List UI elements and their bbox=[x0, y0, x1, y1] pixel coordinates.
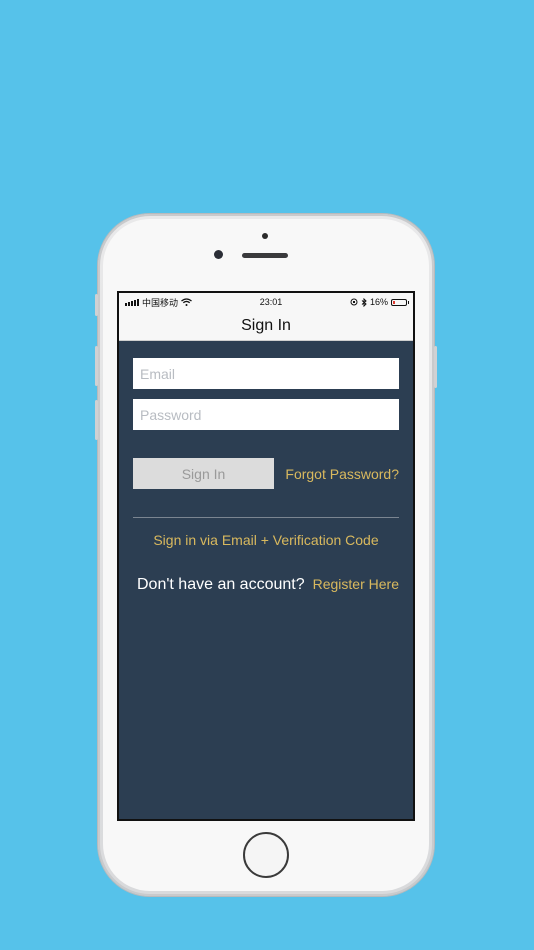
status-right: 16% bbox=[350, 297, 409, 307]
power-button bbox=[434, 346, 437, 388]
earpiece-speaker bbox=[242, 253, 288, 258]
proximity-sensor bbox=[262, 233, 268, 239]
volume-up-button bbox=[95, 346, 98, 386]
battery-percent: 16% bbox=[369, 297, 388, 307]
password-field[interactable] bbox=[133, 399, 399, 430]
verification-row: Sign in via Email + Verification Code bbox=[133, 532, 399, 550]
nav-bar: Sign In bbox=[119, 311, 413, 341]
front-camera bbox=[214, 250, 223, 259]
register-link[interactable]: Register Here bbox=[313, 576, 399, 592]
home-button[interactable] bbox=[243, 832, 289, 878]
volume-down-button bbox=[95, 400, 98, 440]
verification-code-link[interactable]: Sign in via Email + Verification Code bbox=[153, 532, 378, 548]
email-field[interactable] bbox=[133, 358, 399, 389]
sign-in-form: Sign In Forgot Password? Sign in via Ema… bbox=[119, 358, 413, 594]
battery-level-fill bbox=[393, 300, 395, 304]
clock: 23:01 bbox=[259, 297, 283, 307]
action-row: Sign In Forgot Password? bbox=[133, 458, 399, 489]
page-title: Sign In bbox=[241, 316, 291, 334]
mute-switch bbox=[95, 294, 98, 316]
divider bbox=[133, 517, 399, 518]
battery-icon bbox=[391, 298, 409, 306]
sign-in-button[interactable]: Sign In bbox=[133, 458, 274, 489]
status-bar: 中国移动 23:01 16% bbox=[119, 293, 413, 311]
forgot-password-link[interactable]: Forgot Password? bbox=[285, 466, 399, 482]
signal-icon bbox=[125, 298, 139, 306]
no-account-text: Don't have an account? bbox=[137, 576, 305, 593]
bluetooth-icon bbox=[361, 297, 367, 307]
app-screen: 中国移动 23:01 16% Sign In Email Sign In For… bbox=[117, 291, 415, 821]
rotation-lock-icon bbox=[350, 298, 358, 306]
wifi-icon bbox=[181, 298, 192, 306]
register-row: Don't have an account? Register Here bbox=[133, 576, 399, 594]
carrier-name: 中国移动 bbox=[142, 297, 179, 308]
status-left: 中国移动 bbox=[125, 296, 192, 309]
